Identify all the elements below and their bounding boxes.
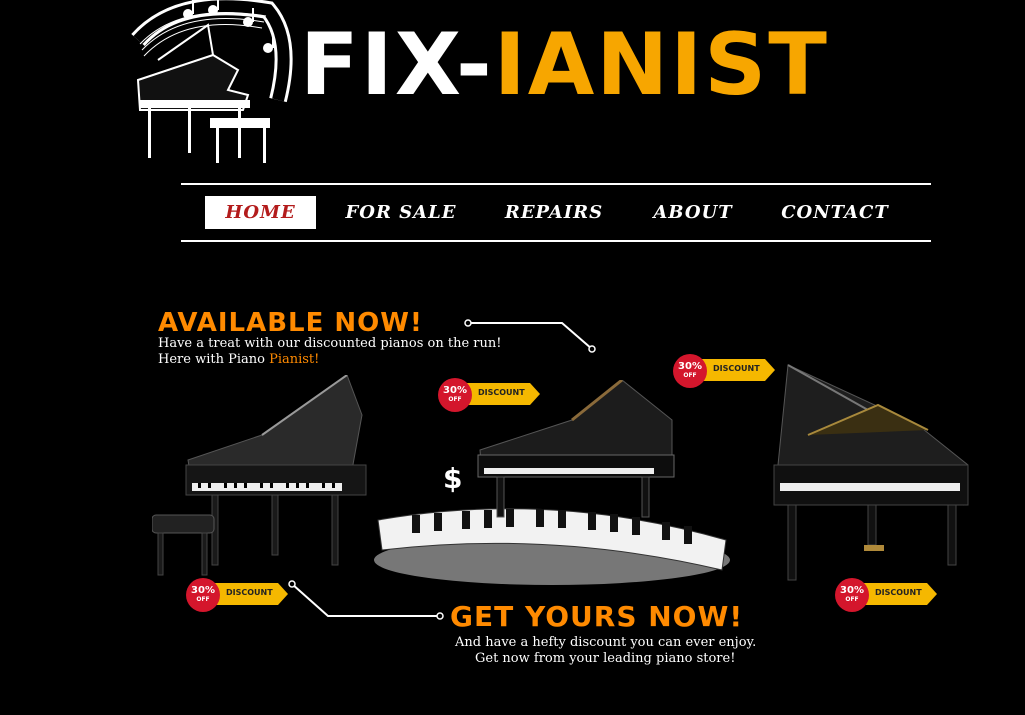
- promo-top-line2-prefix: Here with Piano: [158, 352, 270, 367]
- discount-percent: 30%: [191, 585, 215, 596]
- promo-bottom-line2: Get now from your leading piano store!: [475, 651, 736, 666]
- discount-off: OFF: [196, 596, 210, 603]
- nav-home[interactable]: HOME: [205, 196, 316, 229]
- promo-top-line1: Have a treat with our discounted pianos …: [158, 336, 502, 351]
- nav-top-divider: [181, 183, 931, 185]
- discount-circle: 30% OFF: [835, 578, 869, 612]
- discount-circle: 30% OFF: [438, 378, 472, 412]
- nav-bottom-divider: [181, 240, 931, 242]
- discount-circle: 30% OFF: [673, 354, 707, 388]
- promo-top-line2-highlight: Pianist!: [269, 352, 320, 367]
- main-nav: HOME FOR SALE REPAIRS ABOUT CONTACT: [181, 196, 931, 230]
- discount-label: DISCOUNT: [478, 388, 525, 397]
- nav-contact[interactable]: CONTACT: [779, 196, 891, 229]
- discount-label: DISCOUNT: [713, 364, 760, 373]
- discount-percent: 30%: [443, 385, 467, 396]
- promo-headline-available: AVAILABLE NOW!: [158, 308, 423, 338]
- discount-badge: DISCOUNT 30% OFF: [835, 578, 937, 612]
- brand-title-part1: FIX-: [300, 15, 494, 115]
- grand-piano-image: [152, 375, 367, 576]
- nav-repairs[interactable]: REPAIRS: [499, 196, 609, 229]
- dollar-icon: $: [443, 462, 463, 495]
- discount-label: DISCOUNT: [875, 588, 922, 597]
- grand-piano-image: [773, 364, 969, 581]
- promo-headline-get-yours: GET YOURS NOW!: [450, 600, 744, 633]
- promo-top-line2: Here with Piano Pianist!: [158, 352, 319, 368]
- brand-title-part2: IANIST: [493, 15, 829, 115]
- discount-badge: DISCOUNT 30% OFF: [673, 354, 775, 388]
- discount-percent: 30%: [678, 361, 702, 372]
- discount-off: OFF: [683, 372, 697, 379]
- discount-percent: 30%: [840, 585, 864, 596]
- brand-title: FIX-IANIST: [300, 22, 829, 108]
- discount-circle: 30% OFF: [186, 578, 220, 612]
- discount-off: OFF: [845, 596, 859, 603]
- discount-label: DISCOUNT: [226, 588, 273, 597]
- discount-badge: DISCOUNT 30% OFF: [438, 378, 540, 412]
- promo-bottom-line1: And have a hefty discount you can ever e…: [455, 635, 757, 650]
- piano-keys-image: [374, 380, 730, 585]
- nav-about[interactable]: ABOUT: [643, 196, 743, 229]
- nav-for-sale[interactable]: FOR SALE: [341, 196, 461, 229]
- discount-badge: DISCOUNT 30% OFF: [186, 578, 288, 612]
- piano-logo-icon: [131, 0, 293, 163]
- discount-off: OFF: [448, 396, 462, 403]
